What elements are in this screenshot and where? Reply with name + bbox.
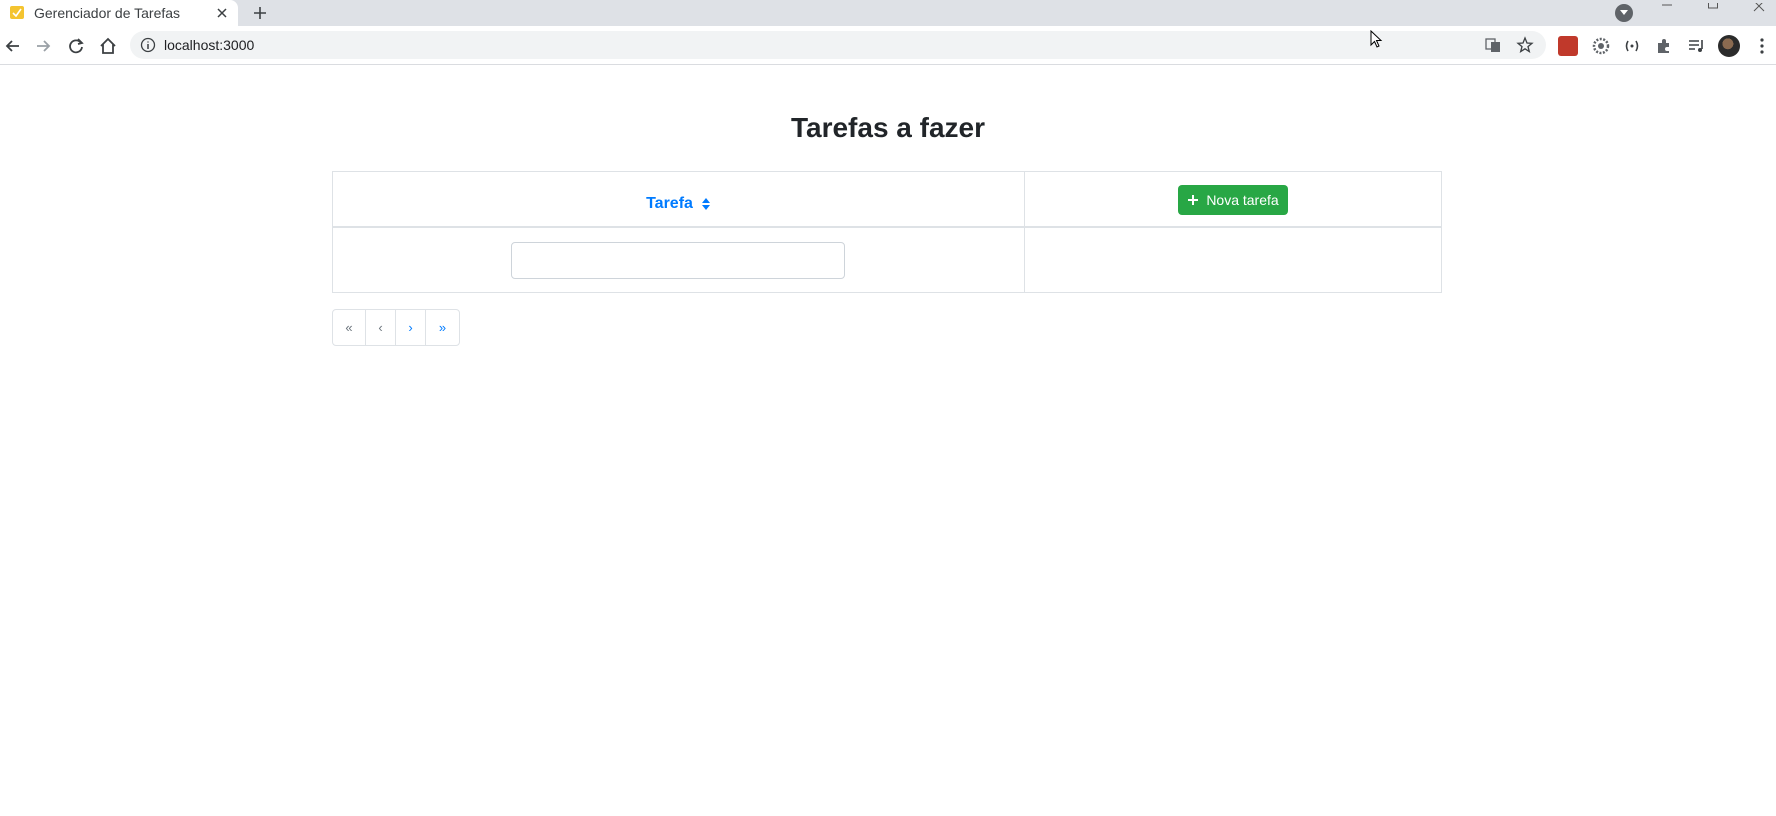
mouse-cursor-icon [1370, 29, 1384, 50]
sort-tarefa-link[interactable]: Tarefa [646, 195, 711, 213]
table-header-row: Tarefa Nova tarefa [333, 172, 1441, 228]
tab-title: Gerenciador de Tarefas [34, 5, 181, 21]
prev-page-button[interactable]: ‹ [366, 310, 396, 345]
address-bar[interactable]: localhost:3000 [130, 31, 1546, 59]
new-task-button-label: Nova tarefa [1206, 192, 1279, 208]
next-page-button[interactable]: › [396, 310, 426, 345]
reload-icon[interactable] [65, 35, 87, 57]
avatar[interactable] [1718, 35, 1740, 57]
extension-icon[interactable] [1558, 36, 1578, 56]
info-icon[interactable] [140, 37, 156, 53]
tasks-table: Tarefa Nova tarefa [332, 171, 1442, 293]
browser-toolbar: localhost:3000 [0, 26, 1776, 65]
task-filter-input[interactable] [511, 242, 845, 279]
maximize-icon[interactable] [1690, 0, 1736, 10]
close-icon[interactable] [213, 4, 231, 22]
tab-search-icon[interactable] [1615, 4, 1633, 22]
page-title: Tarefas a fazer [790, 112, 986, 143]
sort-icon [701, 196, 711, 212]
url-text[interactable]: localhost:3000 [164, 37, 254, 53]
puzzle-icon[interactable] [1654, 36, 1674, 56]
more-menu-icon[interactable] [1752, 36, 1772, 56]
window-close-icon[interactable] [1736, 0, 1776, 12]
back-arrow-icon[interactable] [2, 35, 24, 57]
filter-row [333, 230, 1441, 292]
browser-tabstrip: Gerenciador de Tarefas [0, 0, 1776, 26]
new-task-button[interactable]: Nova tarefa [1178, 185, 1288, 215]
minimize-icon[interactable] [1644, 0, 1690, 10]
last-page-button[interactable]: » [426, 310, 459, 345]
favicon-icon [10, 6, 24, 19]
first-page-button[interactable]: « [333, 310, 366, 345]
extension-gear-icon[interactable] [1591, 36, 1611, 56]
home-icon[interactable] [97, 35, 119, 57]
column-header-label: Tarefa [646, 195, 693, 212]
media-queue-icon[interactable] [1686, 36, 1706, 56]
extension-brackets-icon[interactable] [1622, 36, 1642, 56]
new-tab-icon[interactable] [250, 3, 270, 23]
column-header-tarefa: Tarefa [333, 172, 1024, 228]
column-header-actions: Nova tarefa [1025, 172, 1441, 228]
browser-tab[interactable]: Gerenciador de Tarefas [0, 0, 238, 26]
plus-icon [1188, 195, 1199, 205]
pagination: « ‹ › » [332, 309, 460, 346]
forward-arrow-icon[interactable] [32, 35, 54, 57]
bookmark-star-icon[interactable] [1516, 36, 1534, 54]
translate-icon[interactable] [1484, 36, 1502, 54]
